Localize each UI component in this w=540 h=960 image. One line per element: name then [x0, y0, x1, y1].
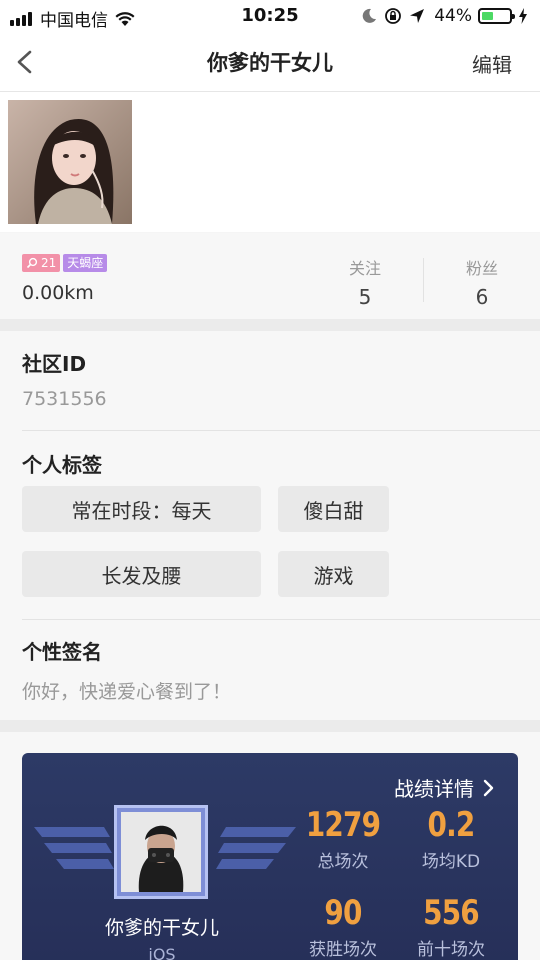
page-title: 你爹的干女儿	[207, 51, 333, 75]
personal-tags-label: 个人标签	[22, 453, 102, 477]
status-bar: 中国电信 10:25 44%	[0, 0, 540, 34]
profile-details: 社区ID 7531556 个人标签 常在时段：每天 傻白甜 长发及腰 游戏 个性…	[0, 331, 540, 720]
tag-active-time[interactable]: 常在时段：每天	[22, 486, 261, 532]
moon-icon	[362, 8, 377, 23]
stat-value: 1279	[305, 805, 381, 845]
location-icon	[410, 9, 425, 23]
game-details-link[interactable]: 战绩详情	[394, 773, 494, 802]
stat-avg-kd: 0.2 场均KD	[396, 805, 506, 872]
edit-button[interactable]: 编辑	[472, 49, 512, 78]
fans-label: 粉丝	[465, 259, 498, 278]
stat-value: 0.2	[427, 805, 476, 845]
stat-wins: 90 获胜场次	[288, 893, 398, 960]
section-divider	[0, 319, 540, 331]
profile-info-row: 21 天蝎座 0.00km 关注 5 粉丝 6	[0, 233, 540, 319]
signature-value: 你好，快递爱心餐到了！	[22, 681, 232, 703]
tag-gaming[interactable]: 游戏	[278, 551, 389, 597]
search-icon	[26, 257, 38, 269]
community-id-value: 7531556	[22, 388, 107, 410]
tag-sweet[interactable]: 傻白甜	[278, 486, 389, 532]
divider	[22, 619, 540, 620]
following-label: 关注	[348, 259, 381, 278]
stat-value: 90	[324, 893, 362, 933]
profile-photo[interactable]	[8, 100, 132, 224]
battery-percent: 44%	[434, 6, 472, 26]
stat-label: 总场次	[317, 852, 369, 872]
community-id-label: 社区ID	[22, 352, 87, 376]
nav-bar: 你爹的干女儿 编辑	[0, 34, 540, 92]
following-stat[interactable]: 关注 5	[320, 255, 410, 309]
stat-label: 场均KD	[421, 852, 481, 872]
stat-label: 前十场次	[417, 940, 485, 960]
distance: 0.00km	[22, 282, 94, 304]
signature-label: 个性签名	[22, 640, 102, 664]
stat-total-matches: 1279 总场次	[288, 805, 398, 872]
fans-count: 6	[475, 285, 489, 309]
stat-value: 556	[423, 893, 480, 933]
tag-long-hair[interactable]: 长发及腰	[22, 551, 261, 597]
battery-icon	[478, 8, 515, 24]
photo-gallery	[0, 92, 540, 232]
stat-divider	[423, 258, 424, 302]
chevron-right-icon	[483, 779, 494, 796]
game-record-card[interactable]: 战绩详情 你爹的干女儿 iOS 1279 总场次 0.2 场均KD 90 获胜场…	[22, 753, 518, 960]
game-avatar	[114, 805, 208, 899]
age-badge: 21	[22, 254, 61, 272]
section-divider	[0, 720, 540, 732]
zodiac-badge: 天蝎座	[63, 254, 108, 272]
following-count: 5	[358, 285, 372, 309]
game-platform: iOS	[148, 945, 176, 960]
fans-stat[interactable]: 粉丝 6	[437, 255, 527, 309]
game-player-name: 你爹的干女儿	[104, 917, 219, 939]
age-value: 21	[41, 256, 57, 270]
game-details-label: 战绩详情	[394, 777, 474, 801]
charging-icon	[519, 8, 527, 24]
divider	[22, 430, 540, 431]
stat-label: 获胜场次	[309, 940, 377, 960]
lock-rotation-icon	[385, 8, 402, 24]
stat-top-ten: 556 前十场次	[396, 893, 506, 960]
